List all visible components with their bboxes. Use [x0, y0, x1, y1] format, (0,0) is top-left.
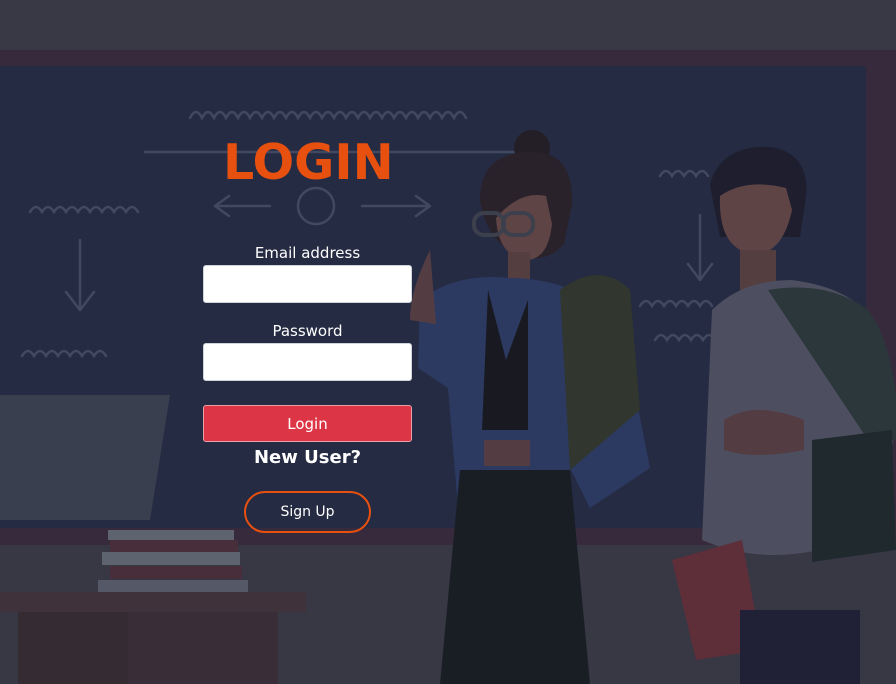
password-input[interactable] — [203, 343, 412, 381]
sign-up-button[interactable]: Sign Up — [244, 491, 371, 533]
password-label: Password — [272, 322, 343, 340]
new-user-text: New User? — [253, 447, 362, 468]
page-title: LOGIN — [223, 134, 394, 191]
email-label: Email address — [254, 244, 361, 262]
login-button[interactable]: Login — [203, 405, 412, 442]
email-input[interactable] — [203, 265, 412, 303]
classroom-background-illustration — [0, 0, 896, 684]
